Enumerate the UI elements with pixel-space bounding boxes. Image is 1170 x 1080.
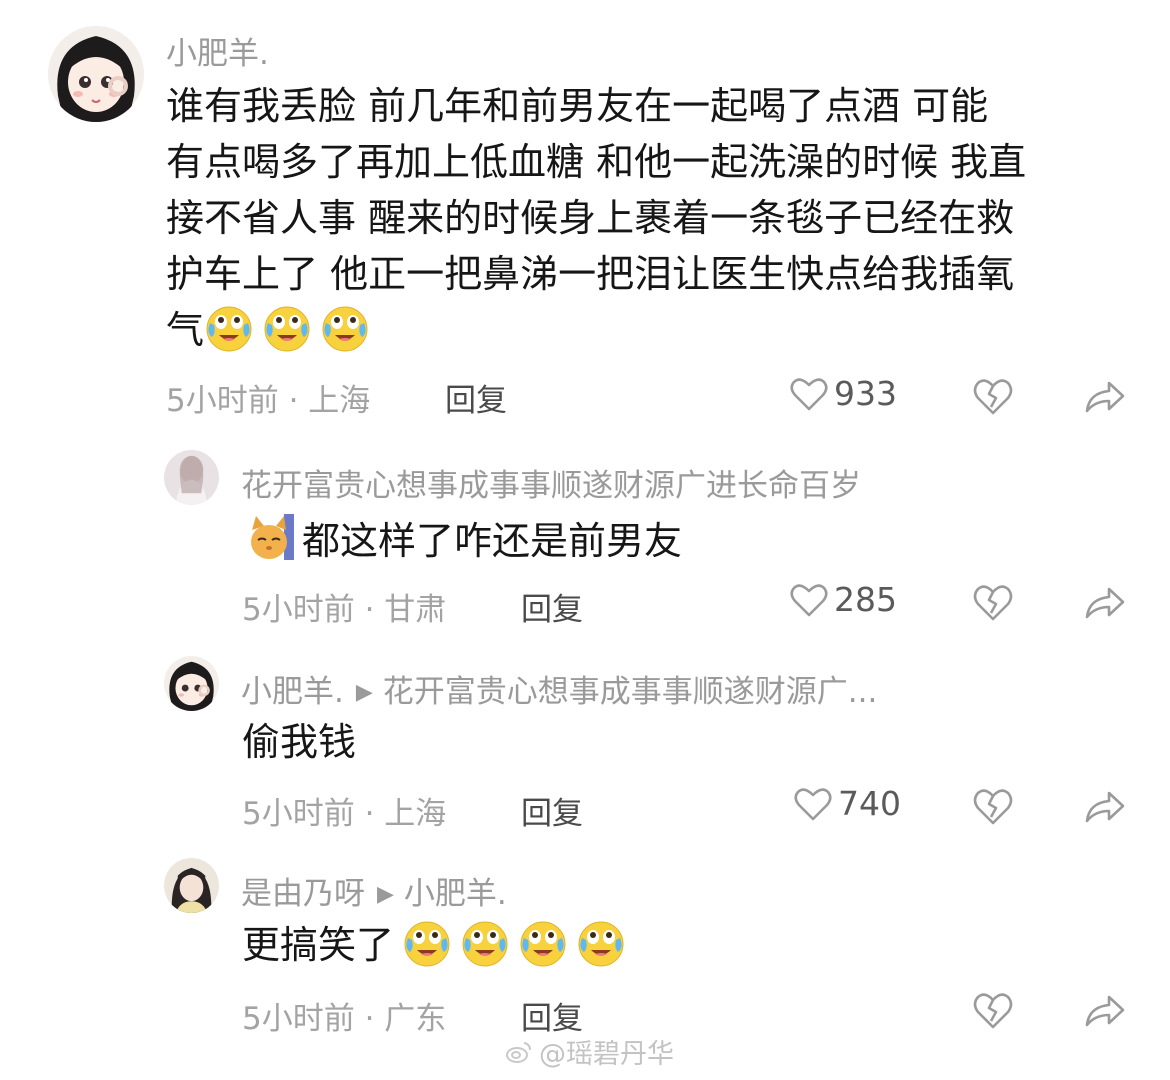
comment-meta: 5小时前 · 广东 <box>242 1001 447 1037</box>
reply-button[interactable]: 回复 <box>445 375 507 420</box>
share-icon[interactable] <box>1083 585 1127 621</box>
comment-meta: 5小时前 · 甘肃 <box>242 592 447 628</box>
like-button[interactable]: 740 <box>794 784 901 823</box>
crying-laughing-face-icon <box>402 918 452 968</box>
reply-to-username[interactable]: 小肥羊. <box>404 876 507 912</box>
reply-button[interactable]: 回复 <box>521 788 583 833</box>
comment-line: 有点喝多了再加上低血糖 和他一起洗澡的时候 我直 <box>166 140 1027 184</box>
comment-body: 偷我钱 <box>242 720 357 764</box>
crying-laughing-face-icon <box>320 303 370 353</box>
cat-face-sticker-icon <box>248 512 294 562</box>
avatar[interactable] <box>48 26 144 122</box>
avatar[interactable] <box>164 656 219 711</box>
broken-heart-icon[interactable] <box>973 787 1013 827</box>
avatar[interactable] <box>164 450 219 505</box>
comment-line: 护车上了 他正一把鼻涕一把泪让医生快点给我插氧 <box>166 252 1015 296</box>
like-button[interactable]: 285 <box>790 580 897 619</box>
broken-heart-icon[interactable] <box>973 583 1013 623</box>
crying-laughing-face-icon <box>204 303 254 353</box>
comment-username[interactable]: 是由乃呀 <box>241 876 365 912</box>
comment-meta: 5小时前 · 上海 <box>242 796 447 832</box>
broken-heart-icon[interactable] <box>973 991 1013 1031</box>
crying-laughing-face-icon <box>576 918 626 968</box>
comment-line: 接不省人事 醒来的时候身上裹着一条毯子已经在救 <box>166 196 1015 240</box>
reply-button[interactable]: 回复 <box>521 584 583 629</box>
heart-icon <box>790 376 828 412</box>
crying-laughing-face-icon <box>518 918 568 968</box>
reply-arrow-icon: ▶ <box>355 680 373 705</box>
comment-username[interactable]: 小肥羊. <box>241 674 344 710</box>
comment-line: 谁有我丢脸 前几年和前男友在一起喝了点酒 可能 <box>166 84 989 128</box>
heart-icon <box>794 786 832 822</box>
reply-arrow-icon: ▶ <box>377 882 394 907</box>
comment-body: 更搞笑了 <box>242 918 634 972</box>
heart-icon <box>790 582 828 618</box>
watermark: @瑶碧丹华 <box>505 1032 674 1071</box>
weibo-icon <box>505 1038 533 1066</box>
reply-to-username[interactable]: 花开富贵心想事成事事顺遂财源广... <box>383 674 878 710</box>
comment-body: 谁有我丢脸 前几年和前男友在一起喝了点酒 可能 有点喝多了再加上低血糖 和他一起… <box>166 78 1156 358</box>
like-count: 285 <box>834 580 897 619</box>
comment-body: 都这样了咋还是前男友 <box>248 512 682 568</box>
crying-laughing-face-icon <box>460 918 510 968</box>
watermark-text: @瑶碧丹华 <box>539 1039 674 1070</box>
crying-laughing-face-icon <box>262 303 312 353</box>
like-count: 933 <box>834 374 897 413</box>
comment-username[interactable]: 花开富贵心想事成事事顺遂财源广进长命百岁 <box>241 460 861 505</box>
broken-heart-icon[interactable] <box>973 377 1013 417</box>
comment-line: 气 <box>166 302 1156 358</box>
share-icon[interactable] <box>1083 379 1127 415</box>
comment-meta: 5小时前 · 上海 <box>166 383 371 419</box>
share-icon[interactable] <box>1083 993 1127 1029</box>
like-button[interactable]: 933 <box>790 374 897 413</box>
like-count: 740 <box>838 784 901 823</box>
comment-username-row: 小肥羊. ▶ 花开富贵心想事成事事顺遂财源广... <box>241 666 877 711</box>
avatar[interactable] <box>164 858 219 913</box>
share-icon[interactable] <box>1083 789 1127 825</box>
comment-username-row: 是由乃呀 ▶ 小肥羊. <box>241 868 507 913</box>
comment-username[interactable]: 小肥羊. <box>166 28 269 73</box>
